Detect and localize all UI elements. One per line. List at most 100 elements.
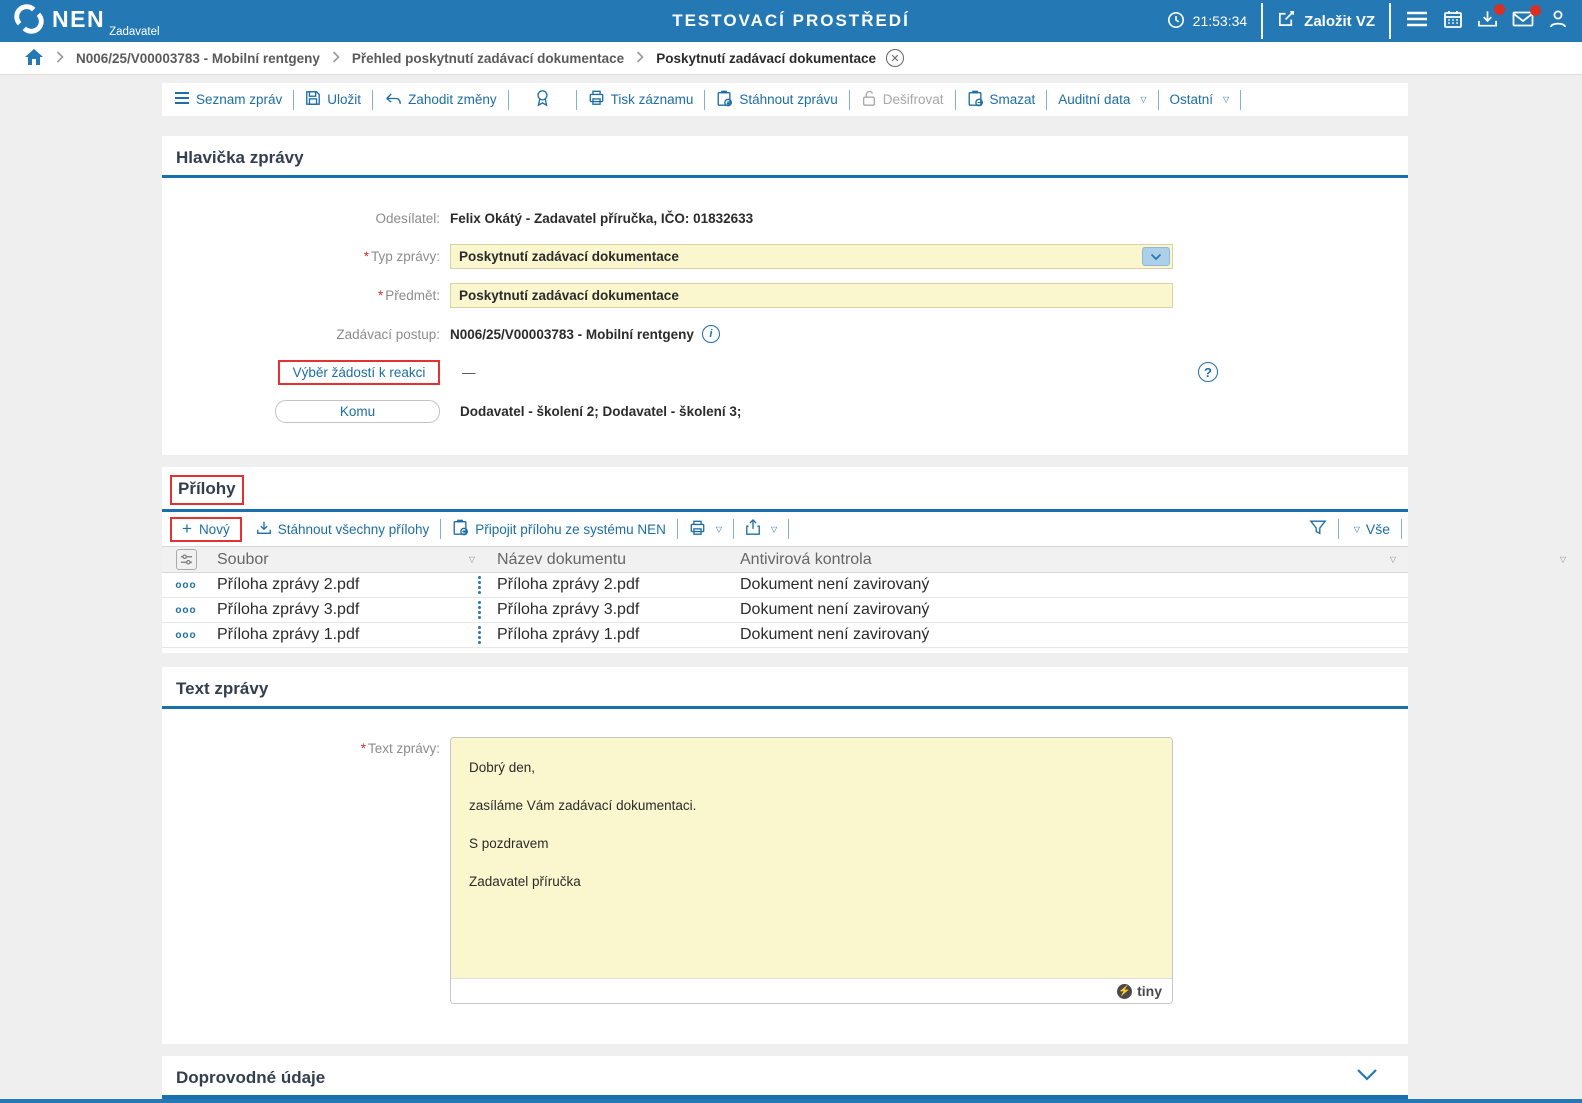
downloads-button[interactable]: [1477, 3, 1505, 34]
messages-button[interactable]: [1512, 4, 1541, 33]
toolbar-separator: [293, 89, 295, 110]
breadcrumb-item-procedure[interactable]: N006/25/V00003783 - Mobilní rentgeny: [76, 51, 320, 66]
attach-from-nen-button[interactable]: Připojit přílohu ze systému NEN: [452, 519, 666, 539]
home-icon[interactable]: [24, 48, 44, 69]
download-message-button[interactable]: Stáhnout zprávu: [716, 90, 838, 110]
calendar-button[interactable]: [1443, 9, 1463, 34]
brand-name: NEN: [52, 5, 106, 32]
app-root: NEN Zadavatel TESTOVACÍ PROSTŘEDÍ 21:53:…: [0, 0, 1582, 1103]
toolbar-separator: [507, 89, 509, 110]
filter-funnel-icon[interactable]: [1309, 519, 1327, 539]
close-tab-icon[interactable]: ✕: [886, 49, 905, 67]
tinymce-brand[interactable]: tiny: [1137, 983, 1162, 999]
audit-data-button[interactable]: Auditní data ▽: [1058, 92, 1146, 107]
print-record-button[interactable]: Tisk záznamu: [588, 90, 693, 109]
decrypt-button: Dešifrovat: [861, 90, 944, 110]
column-drag-handle-icon[interactable]: [478, 626, 481, 644]
row-menu-icon[interactable]: ooo: [175, 630, 196, 641]
message-type-select[interactable]: Poskytnutí zadávací dokumentace: [450, 244, 1173, 269]
column-settings-icon[interactable]: [175, 549, 197, 570]
share-export-icon: [745, 519, 761, 539]
attachment-row[interactable]: ooo Příloha zprávy 2.pdf Příloha zprávy …: [162, 573, 1408, 598]
section-title-message-text: Text zprávy: [176, 679, 269, 698]
section-title-accompanying: Doprovodné údaje: [176, 1068, 326, 1087]
print-attachments-button[interactable]: ▽: [689, 520, 722, 539]
accompanying-data-panel: Doprovodné údaje: [162, 1056, 1408, 1099]
breadcrumb-item-overview[interactable]: Přehled poskytnutí zadávací dokumentace: [352, 51, 624, 66]
document-name-cell: Příloha zprávy 3.pdf: [497, 601, 640, 618]
column-header-antivirus[interactable]: Antivirová kontrola ▽: [730, 551, 1408, 569]
tinymce-logo-icon: ⚡: [1117, 983, 1133, 999]
undo-icon: [384, 91, 402, 109]
message-header-panel: Hlavička zprávy Odesílatel: Felix Okátý …: [162, 136, 1408, 455]
filter-arrow-icon[interactable]: ▽: [1390, 555, 1396, 564]
dropdown-arrow-icon: ▽: [1140, 95, 1147, 104]
dropdown-arrow-icon: ▽: [715, 524, 723, 534]
filter-arrow-icon[interactable]: ▽: [469, 555, 475, 564]
request-selection-value: —: [462, 365, 476, 380]
other-actions-button[interactable]: Ostatní ▽: [1170, 92, 1230, 107]
new-attachment-button[interactable]: + Nový: [170, 516, 242, 542]
row-menu-icon[interactable]: ooo: [175, 580, 196, 591]
download-all-attachments-button[interactable]: Stáhnout všechny přílohy: [256, 520, 429, 539]
discard-changes-button[interactable]: Zahodit změny: [384, 91, 497, 109]
show-all-button[interactable]: Vše: [1366, 521, 1390, 537]
recipients-button-cell: Komu: [162, 399, 450, 423]
certificate-button[interactable]: [534, 89, 551, 110]
attachment-row[interactable]: ooo Příloha zprávy 1.pdf Příloha zprávy …: [162, 623, 1408, 648]
procurement-procedure-row: Zadávací postup: N006/25/V00003783 - Mob…: [162, 322, 1408, 346]
filter-arrow-icon[interactable]: ▽: [1560, 555, 1566, 564]
toolbar-separator: [733, 519, 735, 539]
message-text-input[interactable]: Dobrý den, zasíláme Vám zadávací dokumen…: [451, 738, 1172, 978]
delete-button[interactable]: Smazat: [967, 90, 1035, 110]
antivirus-cell: Dokument není zavirovaný: [740, 576, 930, 593]
dropdown-arrow-icon: ▽: [1223, 95, 1230, 104]
save-button[interactable]: Uložit: [305, 90, 361, 109]
dropdown-arrow-icon: ▽: [1353, 524, 1360, 534]
help-icon[interactable]: ?: [1198, 362, 1218, 382]
required-marker: *: [360, 741, 366, 756]
recipients-button[interactable]: Komu: [275, 399, 440, 423]
breadcrumb-item-current: Poskytnutí zadávací dokumentace: [656, 50, 877, 66]
create-vz-button[interactable]: Založit VZ: [1277, 9, 1375, 33]
row-menu-icon[interactable]: ooo: [175, 605, 196, 616]
attachments-toolbar: + Nový Stáhnout všechny přílohy Připojit…: [162, 512, 1408, 546]
clipboard-delete-icon: [967, 90, 984, 110]
request-selection-button[interactable]: Výběr žádostí k reakci: [278, 360, 440, 385]
menu-button[interactable]: [1405, 10, 1429, 33]
brand-role: Zadavatel: [109, 25, 160, 38]
subject-input[interactable]: Poskytnutí zadávací dokumentace: [450, 283, 1173, 308]
recipients-row: Komu Dodavatel - školení 2; Dodavatel - …: [162, 399, 1408, 423]
expand-chevron-down-icon[interactable]: [1356, 1068, 1378, 1086]
toolbar-separator: [704, 89, 706, 110]
antivirus-cell: Dokument není zavirovaný: [740, 626, 930, 643]
column-header-file[interactable]: Soubor ▽: [210, 551, 487, 569]
printer-icon: [689, 520, 706, 539]
row-actions-cell: ooo: [162, 605, 210, 616]
hamburger-icon: [1405, 10, 1429, 33]
chevron-right-icon: [56, 50, 64, 66]
column-drag-handle-icon[interactable]: [478, 576, 481, 594]
save-floppy-icon: [305, 90, 321, 109]
select-chevron-down-icon[interactable]: [1142, 247, 1170, 266]
message-text-label: * Text zprávy:: [360, 741, 440, 756]
nen-home-logo[interactable]: NEN Zadavatel: [14, 3, 160, 39]
toolbar-separator: [372, 89, 374, 110]
award-ribbon-icon: [534, 89, 551, 110]
file-cell: Příloha zprávy 1.pdf: [210, 626, 487, 644]
row-actions-cell: ooo: [162, 580, 210, 591]
info-icon[interactable]: i: [701, 325, 720, 343]
column-drag-handle-icon[interactable]: [478, 601, 481, 619]
clipboard-attach-icon: [452, 519, 469, 539]
toolbar-separator: [575, 89, 577, 110]
subject-label: * Předmět:: [377, 288, 440, 303]
user-profile-button[interactable]: [1548, 9, 1568, 34]
downloads-badge: [1494, 3, 1505, 15]
message-list-button[interactable]: Seznam zpráv: [174, 91, 282, 108]
column-header-document-name[interactable]: Název dokumentu ▽: [487, 551, 1566, 569]
unlock-icon: [861, 90, 877, 110]
export-attachments-button[interactable]: ▽: [745, 519, 777, 539]
attachment-row[interactable]: ooo Příloha zprávy 3.pdf Příloha zprávy …: [162, 598, 1408, 623]
required-marker: *: [377, 288, 384, 303]
clipboard-download-icon: [716, 90, 733, 110]
